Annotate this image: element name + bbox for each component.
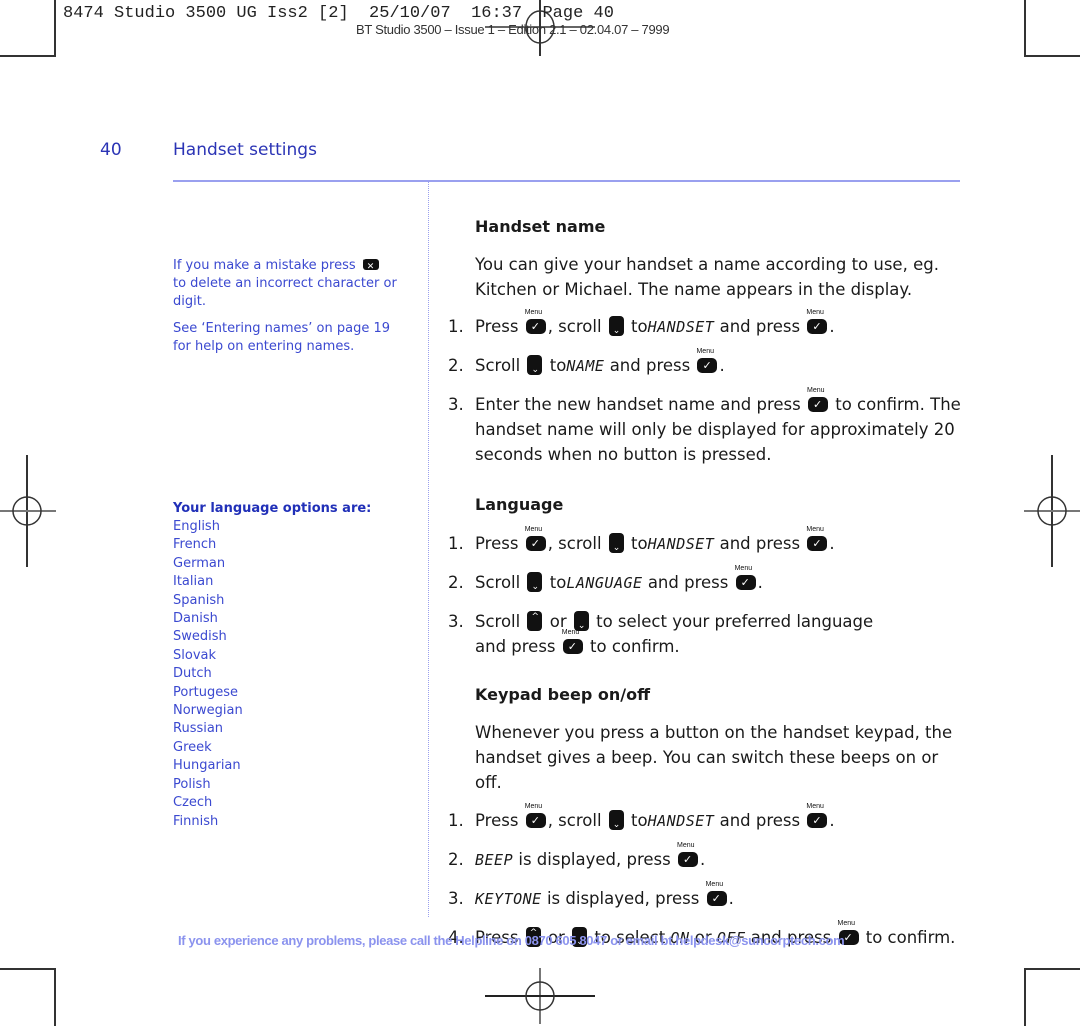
language-item: Swedish bbox=[173, 629, 227, 645]
language-options-title: Your language options are: bbox=[173, 501, 372, 516]
lcd-text: KEYTONE bbox=[475, 890, 542, 908]
lcd-text: HANDSET bbox=[647, 812, 715, 830]
heading-rule bbox=[173, 180, 960, 182]
registration-mark-right bbox=[1024, 455, 1080, 567]
handset-name-heading: Handset name bbox=[475, 217, 606, 236]
menu-key-icon: ✓ bbox=[806, 803, 828, 828]
menu-key-icon: ✓ bbox=[525, 526, 546, 551]
scroll-down-key-icon: ⌄ bbox=[608, 533, 624, 553]
column-divider bbox=[428, 182, 429, 917]
mistake-note: If you make a mistake press ✕ to delete … bbox=[173, 253, 408, 311]
lcd-text: BEEP bbox=[475, 851, 514, 869]
print-slug-line: 8474 Studio 3500 UG Iss2 [2] 25/10/07 16… bbox=[63, 4, 614, 23]
lcd-text: HANDSET bbox=[647, 535, 715, 553]
sidebar-notes: If you make a mistake press ✕ to delete … bbox=[173, 253, 408, 356]
scroll-down-key-icon: ⌄ bbox=[573, 611, 589, 631]
language-section: Language 1. Press ✓, scroll ⌄ toHANDSET … bbox=[445, 492, 965, 659]
language-item: Norwegian bbox=[173, 703, 243, 719]
language-step-1: 1. Press ✓, scroll ⌄ toHANDSET and press… bbox=[445, 526, 965, 557]
crop-mark-bottom-left bbox=[0, 968, 56, 1026]
registration-mark-bottom bbox=[485, 968, 595, 1024]
secrecy-key-icon: ✕ bbox=[362, 253, 379, 272]
menu-key-icon: ✓ bbox=[806, 309, 828, 334]
crop-mark-top-right bbox=[1024, 0, 1080, 57]
language-options-note: Your language options are: English Frenc… bbox=[173, 500, 373, 831]
language-item: Slovak bbox=[173, 647, 217, 663]
language-item: Czech bbox=[173, 795, 213, 811]
language-item: Danish bbox=[173, 611, 218, 627]
language-item: Finnish bbox=[173, 813, 219, 829]
language-item: Italian bbox=[173, 574, 214, 590]
language-item: Spanish bbox=[173, 592, 225, 608]
menu-key-icon: ✓ bbox=[806, 526, 828, 551]
scroll-down-key-icon: ⌄ bbox=[527, 355, 543, 375]
keypad-beep-section: Keypad beep on/off Whenever you press a … bbox=[445, 682, 965, 951]
language-item: French bbox=[173, 537, 217, 553]
lcd-text: LANGUAGE bbox=[566, 574, 643, 592]
menu-key-icon: ✓ bbox=[696, 348, 718, 373]
keypad-beep-heading: Keypad beep on/off bbox=[475, 685, 651, 704]
lcd-text: HANDSET bbox=[647, 318, 715, 336]
language-item: English bbox=[173, 519, 220, 534]
keypad-beep-step-2: 2. BEEP is displayed, press ✓. bbox=[445, 842, 965, 873]
language-item: Greek bbox=[173, 739, 212, 755]
language-item: Russian bbox=[173, 721, 224, 737]
menu-key-icon: ✓ bbox=[807, 387, 828, 412]
menu-key-icon: ✓ bbox=[677, 842, 698, 867]
handset-name-step-2: 2. Scroll ⌄ toNAME and press ✓. bbox=[445, 348, 965, 379]
lcd-text: NAME bbox=[566, 357, 605, 375]
keypad-beep-step-1: 1. Press ✓, scroll ⌄ toHANDSET and press… bbox=[445, 803, 965, 834]
helpline-footer: If you experience any problems, please c… bbox=[178, 933, 845, 948]
handset-name-step-3: 3. Enter the new handset name and press … bbox=[445, 387, 965, 467]
language-step-3: 3. Scroll ^ or ⌄ to select your preferre… bbox=[445, 609, 965, 659]
menu-key-icon: ✓ bbox=[525, 803, 546, 828]
crop-mark-top-left bbox=[0, 0, 56, 57]
menu-key-icon: ✓ bbox=[735, 565, 756, 590]
language-step-2: 2. Scroll ⌄ toLANGUAGE and press ✓. bbox=[445, 565, 965, 596]
language-item: Portugese bbox=[173, 684, 239, 700]
handset-name-section: Handset name You can give your handset a… bbox=[445, 214, 965, 467]
print-edition-line: BT Studio 3500 – Issue 1 – Edition 2.1 –… bbox=[356, 22, 670, 37]
menu-key-icon: ✓ bbox=[706, 881, 727, 906]
handset-name-intro: You can give your handset a name accordi… bbox=[475, 255, 939, 299]
keypad-beep-step-3: 3. KEYTONE is displayed, press ✓. bbox=[445, 881, 965, 912]
handset-name-step-1: 1. Press ✓, scroll ⌄ toHANDSET and press… bbox=[445, 309, 965, 340]
language-item: Hungarian bbox=[173, 758, 241, 774]
crop-mark-bottom-right bbox=[1024, 968, 1080, 1026]
registration-mark-left bbox=[0, 455, 56, 567]
section-title: Handset settings bbox=[173, 140, 317, 160]
language-item: Polish bbox=[173, 776, 211, 792]
keypad-beep-intro: Whenever you press a button on the hands… bbox=[475, 723, 953, 792]
menu-key-icon: ✓ bbox=[525, 309, 546, 334]
see-entering-names-note: See ‘Entering names’ on page 19 for help… bbox=[173, 321, 391, 354]
page-number: 40 bbox=[100, 140, 122, 160]
language-list: English French German Italian Spanish Da… bbox=[173, 518, 373, 831]
scroll-down-key-icon: ⌄ bbox=[527, 572, 543, 592]
scroll-down-key-icon: ⌄ bbox=[608, 810, 624, 830]
language-item: Dutch bbox=[173, 666, 212, 682]
menu-key-icon: ✓ bbox=[562, 629, 583, 654]
scroll-down-key-icon: ⌄ bbox=[608, 316, 624, 336]
language-heading: Language bbox=[475, 495, 564, 514]
scroll-up-key-icon: ^ bbox=[527, 611, 543, 631]
language-item: German bbox=[173, 555, 226, 571]
